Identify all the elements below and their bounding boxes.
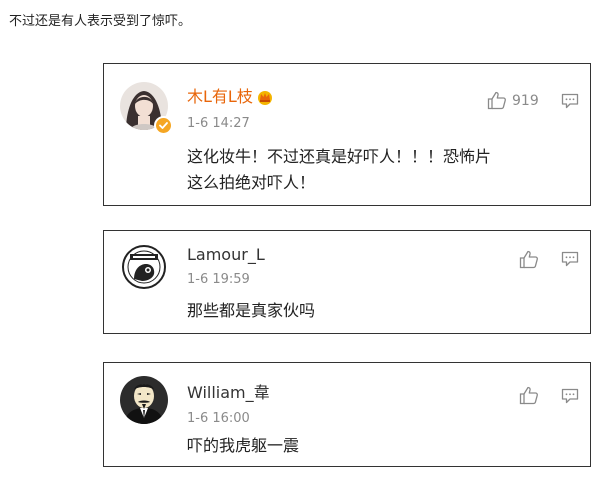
like-button[interactable] — [519, 250, 539, 269]
comment-text-line: 这化妆牛！不过还真是好吓人！！！恐怖片 — [187, 147, 492, 166]
like-button[interactable]: 919 — [487, 91, 539, 110]
mask-avatar-icon — [120, 376, 168, 424]
comment-text-line: 吓的我虎躯一震 — [187, 436, 300, 455]
thumbs-up-icon — [519, 250, 538, 269]
like-count: 919 — [512, 92, 539, 109]
verified-badge-icon — [154, 116, 173, 135]
comment-icon — [561, 251, 579, 267]
caption-text: 不过还是有人表示受到了惊吓。 — [9, 14, 192, 29]
comment-card: 木L有L枝 1-6 14:27 这化妆牛！不过还真是好吓人！！！恐怖片 这么拍绝… — [103, 63, 591, 206]
comment-time: 1-6 14:27 — [187, 116, 250, 131]
like-button[interactable] — [519, 386, 539, 405]
comment-time: 1-6 19:59 — [187, 272, 250, 287]
comment-text: 那些都是真家伙吗 — [187, 298, 315, 324]
comment-text: 这化妆牛！不过还真是好吓人！！！恐怖片 这么拍绝对吓人！ — [187, 144, 491, 196]
avatar[interactable] — [120, 376, 168, 424]
crown-badge-icon — [256, 89, 274, 110]
thumbs-up-icon — [519, 386, 538, 405]
comment-icon — [561, 93, 579, 109]
comment-icon — [561, 388, 579, 404]
round-logo-avatar-icon — [120, 243, 168, 291]
comment-text-line: 那些都是真家伙吗 — [187, 301, 316, 320]
avatar[interactable] — [120, 243, 168, 291]
username-text: 木L有L枝 — [187, 87, 253, 106]
comment-text: 吓的我虎躯一震 — [187, 433, 299, 459]
comment-text-line: 这么拍绝对吓人！ — [187, 173, 316, 192]
reply-button[interactable] — [561, 251, 579, 267]
comment-card: Lamour_L 1-6 19:59 那些都是真家伙吗 — [103, 230, 591, 334]
comment-time: 1-6 16:00 — [187, 411, 250, 426]
username[interactable]: William_韋 — [187, 383, 270, 403]
comment-card: William_韋 1-6 16:00 吓的我虎躯一震 — [103, 362, 591, 467]
username[interactable]: 木L有L枝 — [187, 87, 274, 110]
reply-button[interactable] — [561, 93, 579, 109]
thumbs-up-icon — [487, 91, 506, 110]
username[interactable]: Lamour_L — [187, 245, 265, 265]
reply-button[interactable] — [561, 388, 579, 404]
